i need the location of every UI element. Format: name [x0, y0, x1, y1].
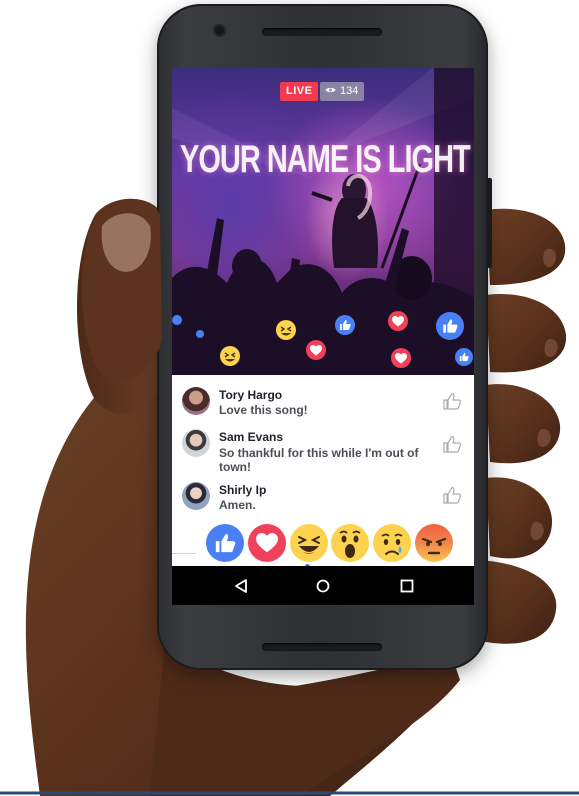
- stage: LIVE 134 YOUR NAME IS LIGHT Tory Hargo L…: [0, 0, 579, 796]
- thumb-overlay: [81, 198, 162, 381]
